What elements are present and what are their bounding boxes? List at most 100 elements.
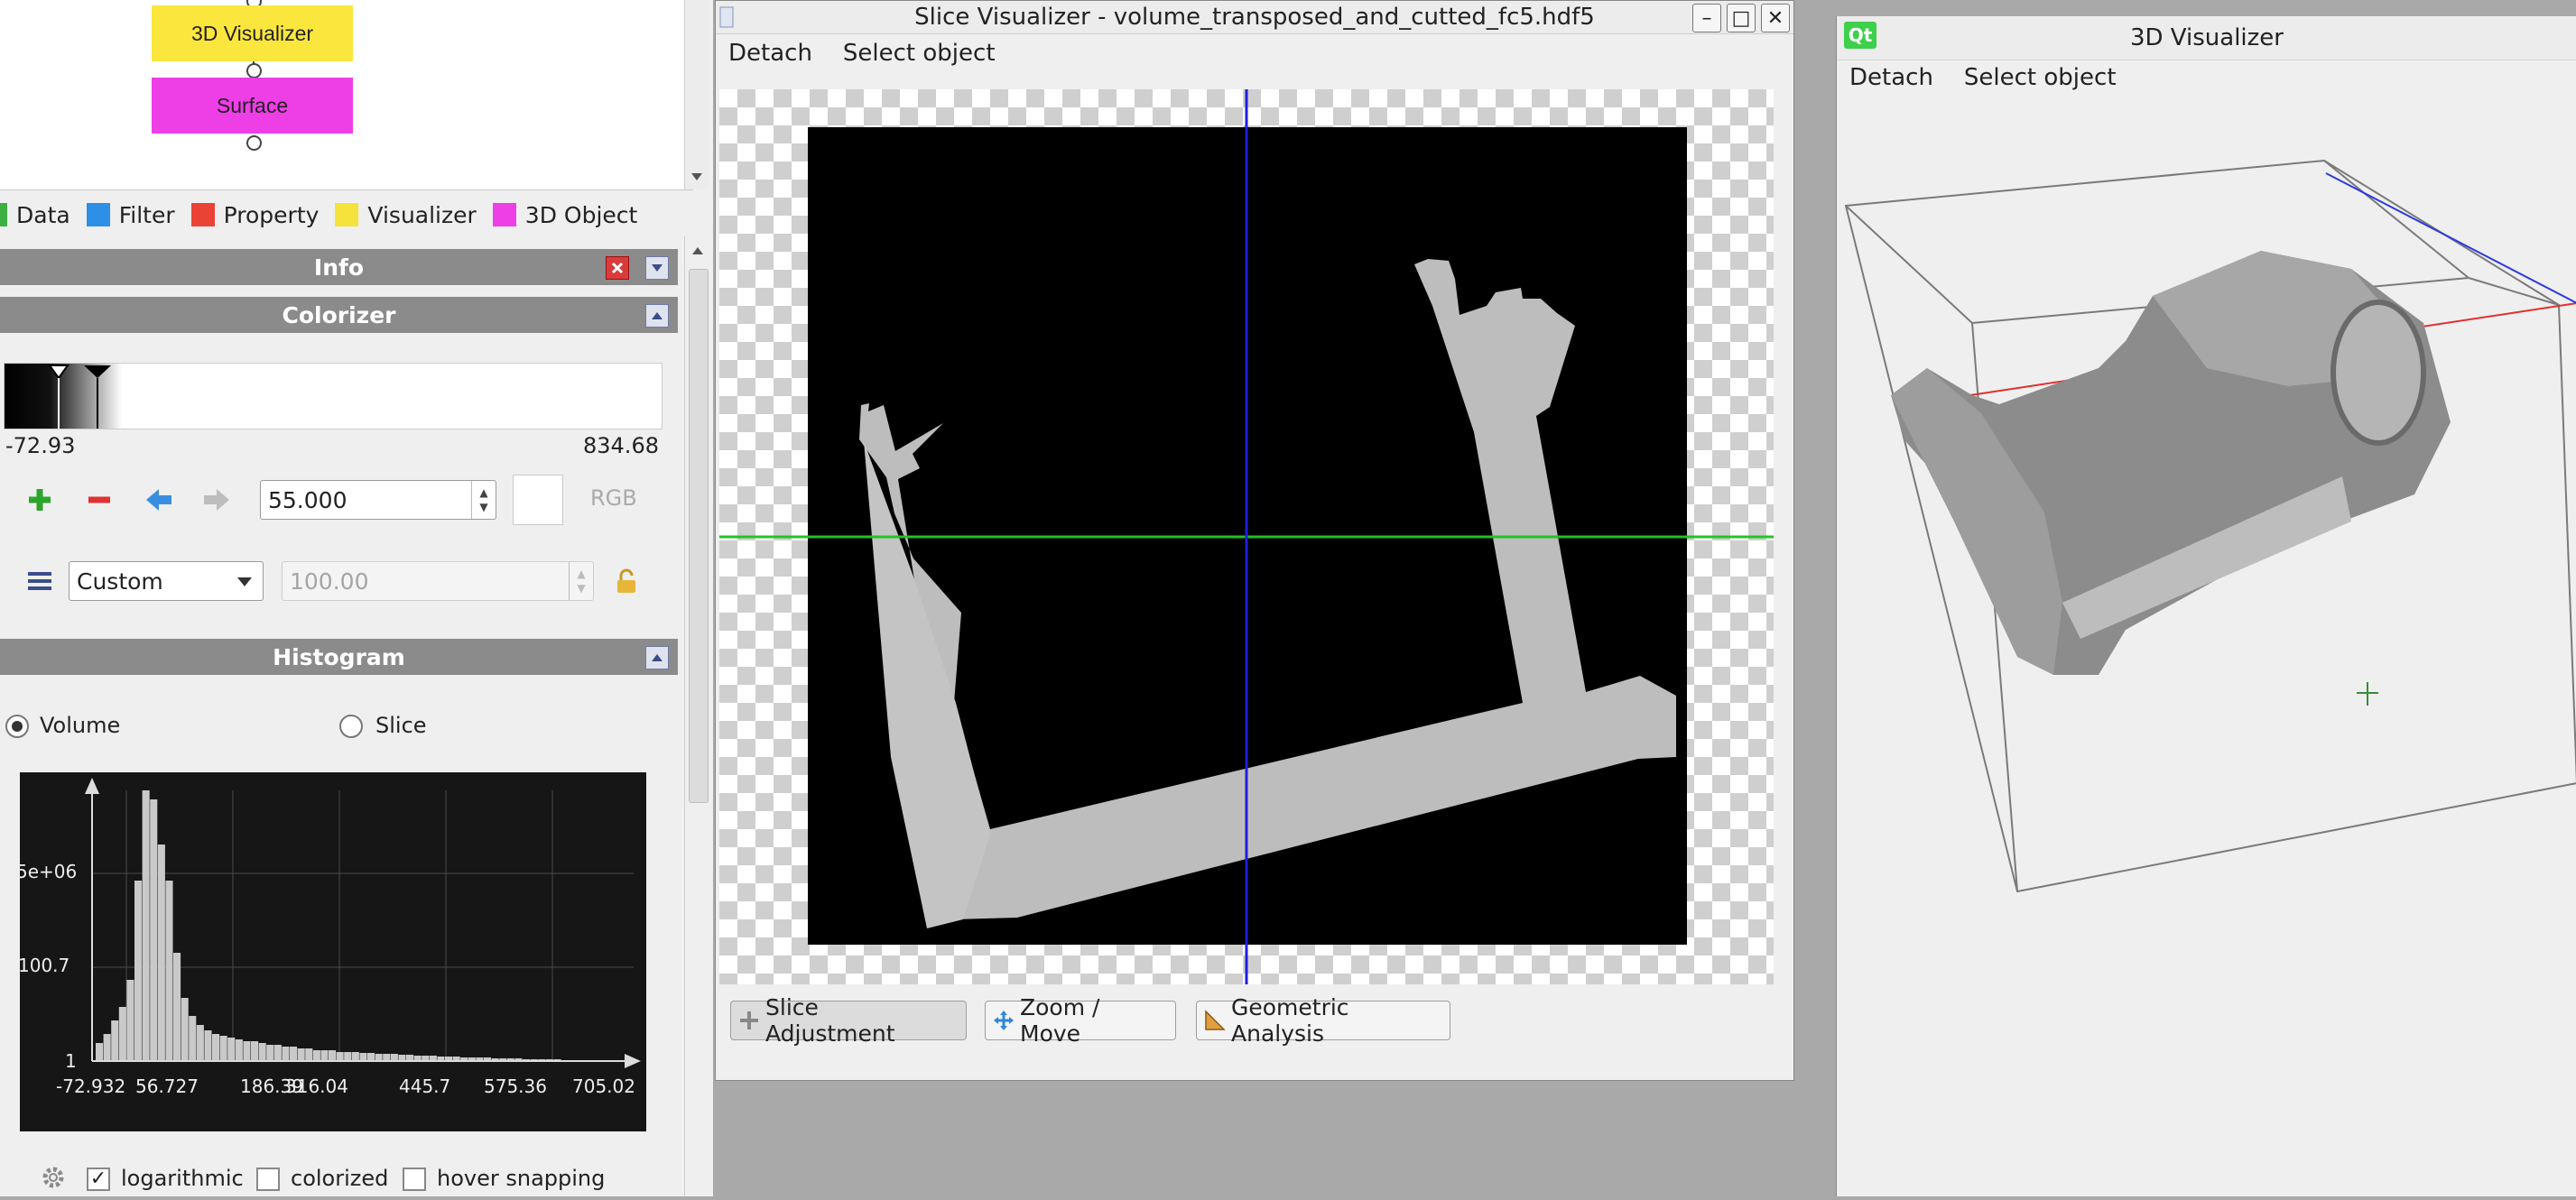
scrollbar-thumb[interactable] <box>689 269 709 803</box>
histogram-panel-header[interactable]: Histogram <box>0 639 678 675</box>
legend-swatch <box>335 203 359 226</box>
menu-select-object[interactable]: Select object <box>1964 64 2117 91</box>
close-icon[interactable]: ✕ <box>1761 4 1790 32</box>
minimize-icon[interactable]: – <box>1692 4 1721 32</box>
histogram-bar <box>383 1054 391 1061</box>
legend-swatch <box>190 203 215 226</box>
info-panel-header[interactable]: Info <box>0 249 678 285</box>
x-tick-label: 445.7 <box>399 1075 451 1097</box>
slice-radio[interactable] <box>339 715 363 738</box>
colorizer-max-value: 834.68 <box>583 433 659 458</box>
remove-point-icon[interactable] <box>81 482 117 518</box>
x-axis-arrow-icon <box>625 1054 641 1068</box>
x-tick-label: 705.02 <box>572 1075 635 1097</box>
histogram-bar <box>235 1039 243 1061</box>
histogram-bar <box>227 1038 236 1061</box>
spinbox-arrows[interactable]: ▲ ▼ <box>471 481 496 519</box>
previous-point-icon[interactable] <box>141 482 177 518</box>
legend-swatch <box>492 203 516 226</box>
maximize-icon[interactable]: □ <box>1727 4 1756 32</box>
histogram-bar <box>96 1043 104 1061</box>
3d-scene[interactable] <box>1837 97 2576 1196</box>
histogram-bar <box>251 1041 259 1061</box>
x-tick-label: 575.36 <box>484 1075 547 1097</box>
node-port[interactable] <box>246 135 262 151</box>
expand-toggle-icon[interactable] <box>645 304 669 328</box>
histogram-chart[interactable]: 5e+06 100.7 1 -72.932 56.727 186.39 316.… <box>16 772 646 1131</box>
point-value-spinbox[interactable]: 55.000 ▲ ▼ <box>260 480 496 520</box>
expand-toggle-icon[interactable] <box>645 646 669 669</box>
node-surface[interactable]: Surface <box>152 78 353 134</box>
geometric-analysis-button[interactable]: Geometric Analysis <box>1196 994 1450 1047</box>
histogram-bar <box>150 799 158 1061</box>
volume-radio[interactable] <box>5 715 29 738</box>
y-tick-label: 100.7 <box>18 955 70 976</box>
origin-axes-icon <box>2357 682 2378 706</box>
histogram-bar <box>282 1047 290 1061</box>
legend-item-visualizer: Visualizer <box>335 202 477 228</box>
menu-select-object[interactable]: Select object <box>843 40 996 67</box>
node-port[interactable] <box>246 63 262 78</box>
slice-visualizer-window: Slice Visualizer - volume_transposed_and… <box>715 0 1794 1081</box>
slice-view-canvas[interactable] <box>719 89 1774 984</box>
next-point-icon[interactable] <box>199 482 235 518</box>
histogram-bar <box>196 1025 204 1061</box>
menu-detach[interactable]: Detach <box>728 40 812 67</box>
hover-snapping-checkbox[interactable] <box>403 1168 426 1191</box>
histogram-bar <box>406 1055 414 1061</box>
scroll-down-icon[interactable] <box>685 0 709 189</box>
menu-detach[interactable]: Detach <box>1849 64 1933 91</box>
histogram-bar <box>142 790 150 1061</box>
colormap-markers[interactable] <box>5 364 662 429</box>
histogram-bar <box>336 1052 344 1061</box>
slice-adjustment-button[interactable]: Slice Adjustment <box>730 994 967 1047</box>
pipeline-graph[interactable]: 3D Visualizer Surface <box>0 0 709 190</box>
graph-scrollbar[interactable] <box>684 0 709 189</box>
x-tick-label: -72.932 <box>56 1075 126 1097</box>
histogram-bar <box>165 881 173 1061</box>
histogram-bar <box>351 1052 359 1061</box>
close-icon[interactable] <box>606 256 629 280</box>
panel-scrollbar[interactable] <box>684 236 710 1196</box>
histogram-bar <box>258 1043 266 1061</box>
lock-icon[interactable] <box>608 563 644 599</box>
colormap-preset-select[interactable]: Custom <box>69 561 264 601</box>
window-menu-icon[interactable] <box>719 6 734 28</box>
node-3d-visualizer[interactable]: 3D Visualizer <box>152 5 353 61</box>
opacity-spinbox[interactable]: 100.00 ▲ ▼ <box>282 561 594 601</box>
3d-window-titlebar[interactable]: Qt 3D Visualizer <box>1837 16 2576 60</box>
colormap-list-icon[interactable] <box>22 563 58 599</box>
histogram-bar <box>126 980 134 1061</box>
colorizer-panel-header[interactable]: Colorizer <box>0 297 678 333</box>
logarithmic-checkbox[interactable]: ✓ <box>87 1168 110 1191</box>
collapse-toggle-icon[interactable] <box>645 256 669 280</box>
x-tick-label: 56.727 <box>135 1075 199 1097</box>
3d-visualizer-window: Qt 3D Visualizer Detach Select object <box>1836 16 2576 1196</box>
legend-item-data: Data <box>0 202 70 228</box>
gear-icon[interactable] <box>38 1162 69 1193</box>
3d-view-canvas[interactable] <box>1837 97 2576 1196</box>
zoom-move-button[interactable]: Zoom / Move <box>985 994 1176 1047</box>
y-axis-arrow-icon <box>85 778 99 794</box>
histogram-bar <box>398 1055 406 1061</box>
slice-window-titlebar[interactable]: Slice Visualizer - volume_transposed_and… <box>716 1 1793 34</box>
legend-swatch <box>0 203 7 226</box>
slice-image[interactable] <box>719 89 1774 984</box>
point-color-swatch[interactable] <box>513 475 563 525</box>
histogram-bar <box>189 1016 197 1061</box>
histogram-bar <box>290 1047 298 1061</box>
slice-adjustment-icon <box>738 1010 760 1031</box>
transfer-function-gradient[interactable] <box>4 363 663 429</box>
histogram-bar <box>134 881 143 1061</box>
colorized-checkbox[interactable] <box>256 1168 280 1191</box>
slice-radio-label: Slice <box>375 713 427 738</box>
scroll-up-icon[interactable] <box>685 236 710 263</box>
histogram-bar <box>273 1045 282 1061</box>
ruler-icon <box>1204 1010 1226 1031</box>
legend-item-property: Property <box>190 202 319 228</box>
spinbox-arrows[interactable]: ▲ ▼ <box>569 562 593 600</box>
add-point-icon[interactable] <box>22 482 58 518</box>
histogram-bar <box>103 1034 111 1061</box>
histogram-bar <box>173 953 181 1061</box>
histogram-bar <box>375 1054 383 1061</box>
